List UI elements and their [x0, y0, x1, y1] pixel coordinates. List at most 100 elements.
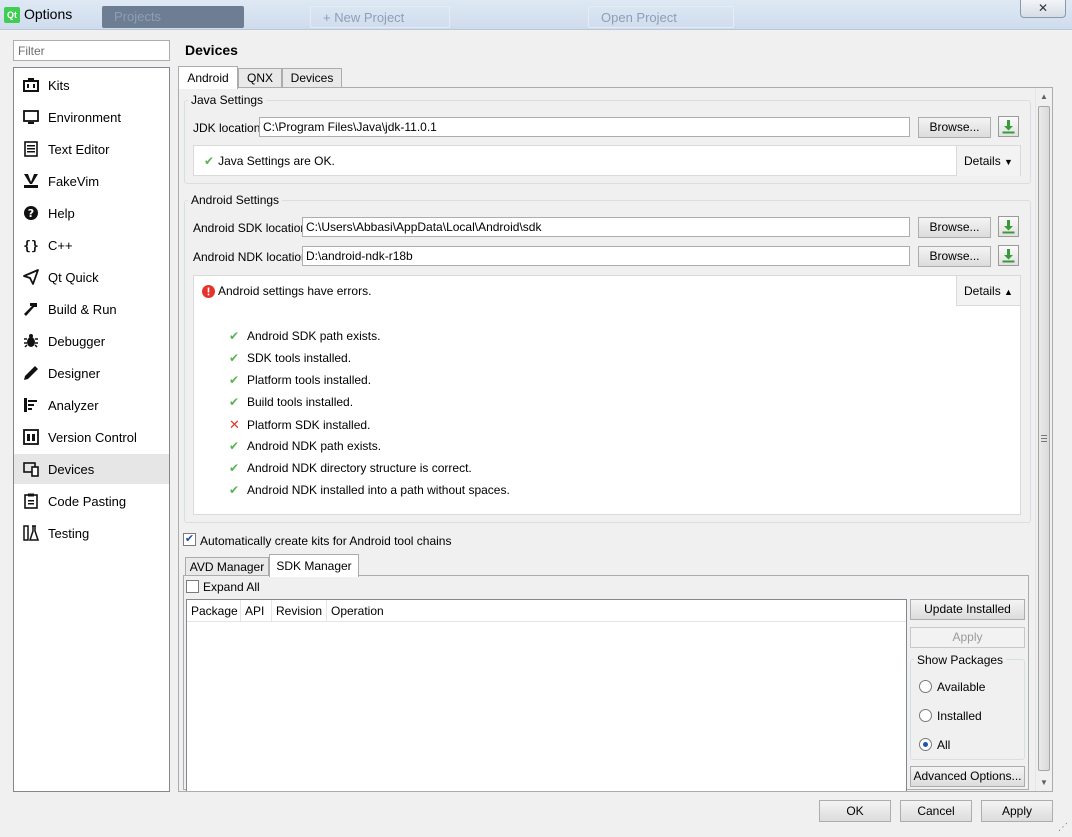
check-icon: ✔ — [229, 395, 240, 409]
details-label: Details — [964, 154, 1001, 168]
sidebar-item-label: FakeVim — [48, 173, 100, 189]
jdk-download-button[interactable] — [998, 116, 1019, 137]
sdk-location-field[interactable] — [302, 217, 910, 237]
jdk-location-label: JDK location: — [193, 121, 264, 135]
sidebar-item-help[interactable]: ? Help — [14, 198, 169, 228]
show-installed-radio[interactable] — [919, 709, 932, 722]
resize-grip-icon[interactable]: ⋰ — [1058, 823, 1070, 835]
cancel-button[interactable]: Cancel — [900, 800, 972, 822]
sidebar-item-label: C++ — [48, 237, 73, 253]
vertical-scrollbar[interactable]: ▲ ▼ — [1035, 88, 1052, 791]
update-installed-button[interactable]: Update Installed — [910, 599, 1025, 620]
list-item: ✕ Platform SDK installed. — [229, 417, 371, 432]
close-window-button[interactable]: ✕ — [1020, 0, 1066, 18]
ok-button[interactable]: OK — [819, 800, 891, 822]
sidebar-item-code-pasting[interactable]: Code Pasting — [14, 486, 169, 516]
sidebar-item-label: Qt Quick — [48, 269, 99, 285]
sidebar-item-designer[interactable]: Designer — [14, 358, 169, 388]
show-all-radio[interactable] — [919, 738, 932, 751]
ndk-download-button[interactable] — [998, 245, 1019, 266]
sidebar-item-label: Version Control — [48, 429, 137, 445]
sidebar-item-testing[interactable]: Testing — [14, 518, 169, 548]
ndk-location-field[interactable] — [302, 246, 910, 266]
background-projects-button: Projects — [102, 6, 244, 28]
triangle-up-icon: ▲ — [1004, 287, 1013, 297]
filter-input[interactable] — [13, 40, 170, 61]
sidebar-item-label: Help — [48, 205, 75, 221]
apply-button[interactable]: Apply — [981, 800, 1053, 822]
scroll-down-icon[interactable]: ▼ — [1036, 774, 1052, 791]
list-item: ✔ Android NDK path exists. — [229, 439, 382, 453]
tab-devices[interactable]: Devices — [282, 68, 342, 88]
monitor-icon — [22, 108, 40, 126]
sidebar-item-label: Build & Run — [48, 301, 117, 317]
auto-create-kits-checkbox[interactable]: ✔ — [183, 533, 196, 546]
sidebar-item-environment[interactable]: Environment — [14, 102, 169, 132]
window-title: Options — [24, 6, 73, 22]
sidebar-item-label: Kits — [48, 77, 70, 93]
kits-icon — [22, 76, 40, 94]
ndk-browse-button[interactable]: Browse... — [918, 246, 991, 267]
sidebar-item-debugger[interactable]: Debugger — [14, 326, 169, 356]
download-icon — [1002, 220, 1015, 234]
jdk-location-field[interactable] — [259, 117, 910, 137]
java-settings-title: Java Settings — [188, 93, 267, 107]
show-packages-title: Show Packages — [914, 653, 1007, 667]
column-header-api[interactable]: API — [241, 600, 272, 622]
apply-sdk-button[interactable]: Apply — [910, 627, 1025, 648]
help-icon: ? — [22, 204, 40, 222]
sidebar-item-devices[interactable]: Devices — [14, 454, 169, 484]
show-available-label: Available — [937, 680, 986, 694]
sdk-browse-button[interactable]: Browse... — [918, 217, 991, 238]
jdk-browse-button[interactable]: Browse... — [918, 117, 991, 138]
scrollbar-thumb[interactable] — [1038, 106, 1050, 771]
column-header-revision[interactable]: Revision — [272, 600, 327, 622]
devices-icon — [22, 460, 40, 478]
android-details-button[interactable]: Details ▲ — [956, 276, 1020, 306]
android-status-text: Android settings have errors. — [218, 284, 372, 298]
auto-create-kits-label: Automatically create kits for Android to… — [200, 534, 452, 548]
clipboard-icon — [22, 492, 40, 510]
sdk-download-button[interactable] — [998, 216, 1019, 237]
column-header-operation[interactable]: Operation — [327, 600, 906, 622]
error-icon — [202, 284, 215, 298]
close-icon: ✕ — [1037, 1, 1049, 15]
tab-qnx[interactable]: QNX — [238, 68, 282, 88]
sidebar-item-build-run[interactable]: Build & Run — [14, 294, 169, 324]
sidebar-item-fakevim[interactable]: FakeVim — [14, 166, 169, 196]
column-header-package[interactable]: Package — [187, 600, 241, 622]
package-table[interactable]: Package API Revision Operation — [186, 599, 907, 791]
fakevim-icon — [22, 172, 40, 190]
sidebar-item-text-editor[interactable]: Text Editor — [14, 134, 169, 164]
svg-text:{}: {} — [23, 239, 39, 253]
sidebar-item-label: Environment — [48, 109, 121, 125]
sidebar-item-label: Code Pasting — [48, 493, 127, 509]
qt-creator-icon: Qt — [4, 7, 20, 23]
sidebar-item-cpp[interactable]: {} C++ — [14, 230, 169, 260]
tab-sdk-manager[interactable]: SDK Manager — [269, 554, 359, 577]
check-icon: ✔ — [229, 483, 240, 497]
sidebar-item-version-control[interactable]: Version Control — [14, 422, 169, 452]
cross-icon: ✕ — [229, 417, 240, 432]
show-available-radio[interactable] — [919, 680, 932, 693]
text-editor-icon — [22, 140, 40, 158]
expand-all-label: Expand All — [203, 580, 260, 594]
background-open-project-button: Open Project — [588, 6, 734, 28]
hammer-icon — [22, 300, 40, 318]
check-icon: ✔ — [229, 461, 240, 475]
advanced-options-button[interactable]: Advanced Options... — [910, 766, 1025, 787]
android-settings-title: Android Settings — [188, 193, 283, 207]
check-icon: ✔ — [229, 329, 240, 343]
list-item: ✔ Build tools installed. — [229, 395, 354, 409]
scroll-up-icon[interactable]: ▲ — [1036, 88, 1052, 105]
sidebar-item-analyzer[interactable]: Analyzer — [14, 390, 169, 420]
flask-icon — [22, 524, 40, 542]
sidebar-item-label: Debugger — [48, 333, 106, 349]
sidebar-item-qt-quick[interactable]: Qt Quick — [14, 262, 169, 292]
tab-android[interactable]: Android — [178, 66, 238, 89]
expand-all-checkbox[interactable] — [186, 580, 199, 593]
triangle-down-icon: ▼ — [1004, 157, 1013, 167]
tab-avd-manager[interactable]: AVD Manager — [185, 557, 269, 577]
sidebar-item-kits[interactable]: Kits — [14, 70, 169, 100]
java-details-button[interactable]: Details ▼ — [956, 146, 1020, 176]
